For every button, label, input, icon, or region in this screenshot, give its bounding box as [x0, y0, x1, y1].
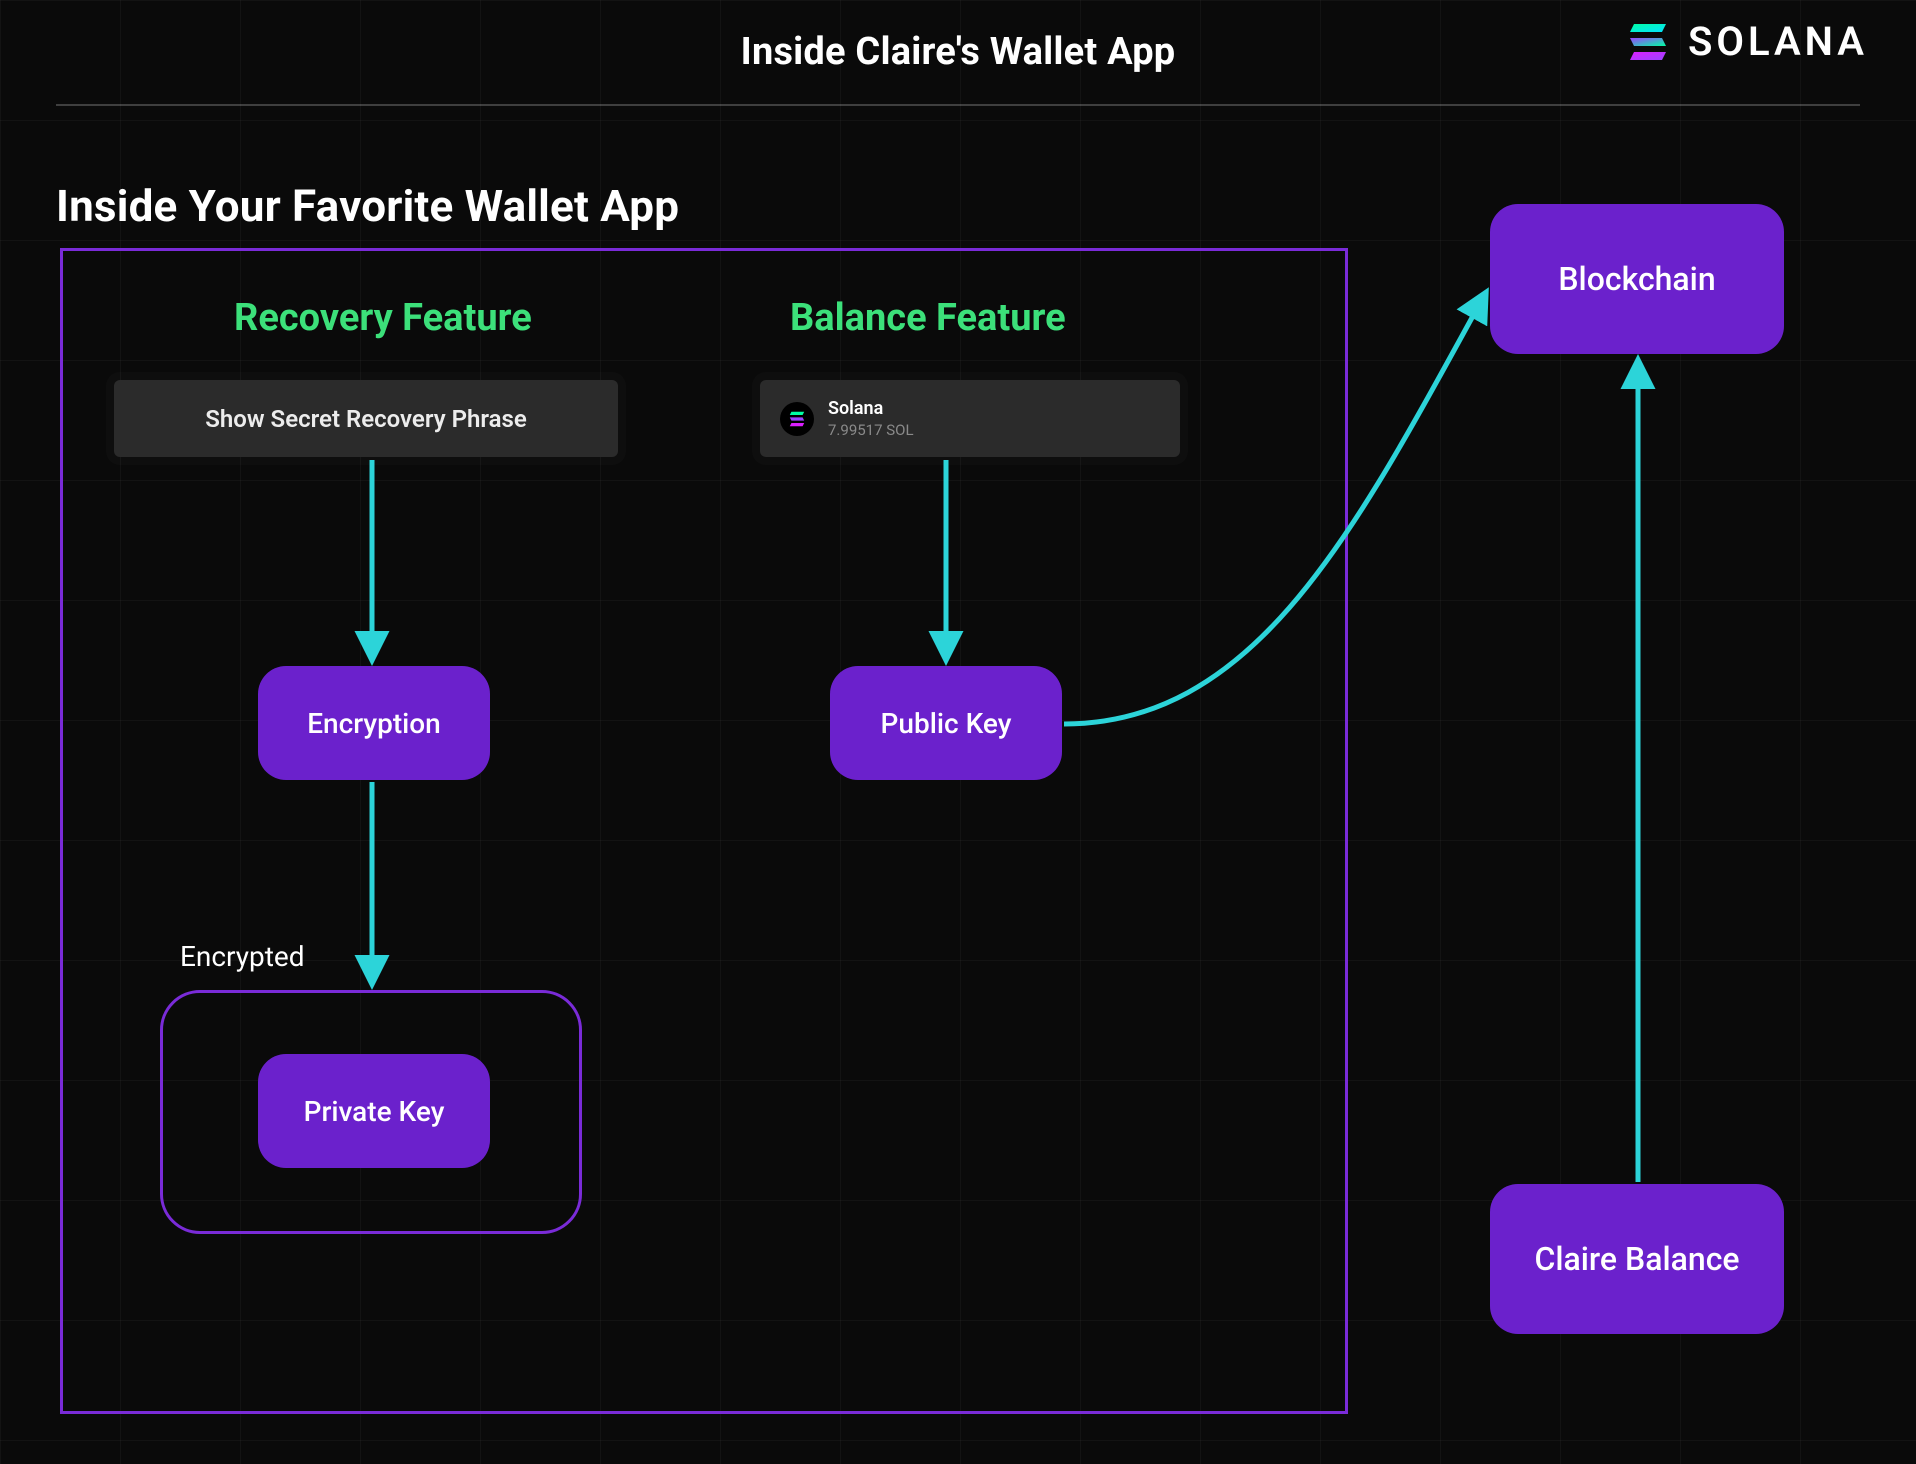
- brand-logo: SOLANA: [1626, 18, 1868, 65]
- balance-card: Solana 7.99517 SOL: [760, 380, 1180, 457]
- solana-mark-icon: [1626, 22, 1670, 62]
- feature-title-recovery: Recovery Feature: [234, 296, 532, 340]
- section-title: Inside Your Favorite Wallet App: [56, 180, 679, 232]
- page-title: Inside Claire's Wallet App: [741, 30, 1176, 74]
- node-encryption-label: Encryption: [307, 707, 441, 740]
- recovery-phrase-card: Show Secret Recovery Phrase: [114, 380, 618, 457]
- node-public-key: Public Key: [830, 666, 1062, 780]
- node-blockchain-label: Blockchain: [1558, 260, 1715, 298]
- header-divider: [56, 104, 1860, 106]
- balance-coin-name: Solana: [828, 399, 914, 419]
- recovery-phrase-label: Show Secret Recovery Phrase: [205, 405, 527, 433]
- node-blockchain: Blockchain: [1490, 204, 1784, 354]
- encrypted-label: Encrypted: [180, 940, 305, 973]
- feature-title-balance: Balance Feature: [790, 296, 1066, 340]
- node-private-key: Private Key: [258, 1054, 490, 1168]
- node-private-key-label: Private Key: [304, 1095, 445, 1128]
- solana-coin-icon: [780, 402, 814, 436]
- header: Inside Claire's Wallet App: [0, 0, 1916, 104]
- node-claire-balance: Claire Balance: [1490, 1184, 1784, 1334]
- node-claire-balance-label: Claire Balance: [1534, 1240, 1739, 1278]
- node-public-key-label: Public Key: [881, 707, 1012, 740]
- balance-coin-amount: 7.99517 SOL: [828, 422, 914, 439]
- node-encryption: Encryption: [258, 666, 490, 780]
- brand-wordmark: SOLANA: [1688, 18, 1868, 65]
